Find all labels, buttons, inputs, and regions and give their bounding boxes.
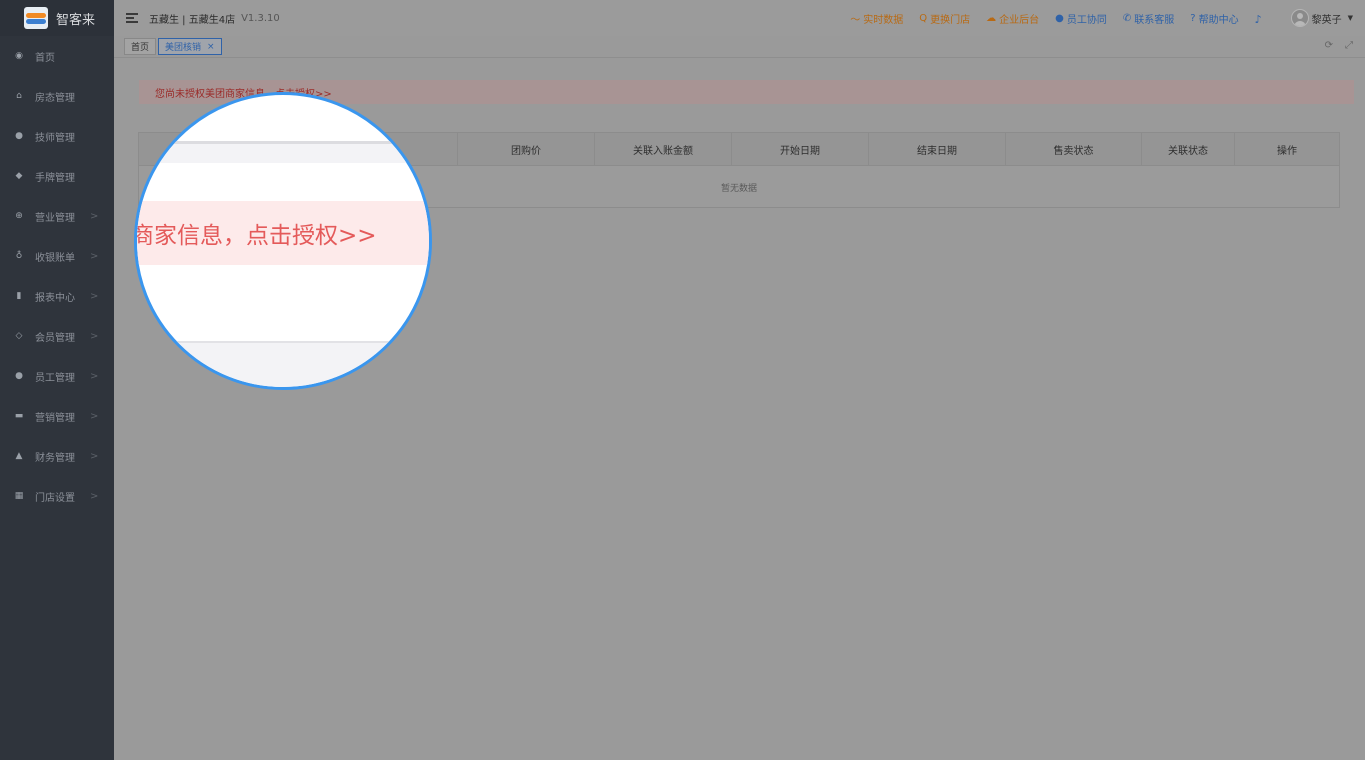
table-column-header: 售卖状态 bbox=[1005, 133, 1141, 165]
magnifier-header-stripe bbox=[137, 141, 429, 163]
magnifier-alert: 商家信息，点击授权>> bbox=[137, 201, 429, 265]
sidebar-item-3[interactable]: ◆ 手牌管理 bbox=[0, 156, 114, 196]
diamond-icon: ◇ bbox=[15, 331, 23, 341]
top-link-1[interactable]: Q 更换门店 bbox=[919, 11, 970, 26]
top-link-2[interactable]: ☁ 企业后台 bbox=[986, 11, 1039, 26]
table-column-header: 操作 bbox=[1234, 133, 1339, 165]
cloud-icon: ☁ bbox=[986, 12, 997, 24]
top-link-label: 实时数据 bbox=[863, 14, 904, 26]
bar-chart-icon: ▮ bbox=[16, 291, 22, 301]
magnifier-text: 商家信息，点击授权>> bbox=[134, 223, 377, 249]
sidebar-item-5[interactable]: ♁ 收银账单 > bbox=[0, 236, 114, 276]
sidebar-item-8[interactable]: ● 员工管理 > bbox=[0, 356, 114, 396]
top-link-5[interactable]: ? 帮助中心 bbox=[1190, 11, 1238, 26]
menu-toggle-icon[interactable] bbox=[126, 13, 138, 23]
tab-bar: 首页 美团核销 × ⟳ ⤢ bbox=[114, 36, 1365, 58]
top-link-label: 更换门店 bbox=[930, 14, 971, 26]
sidebar: 智客来 ◉ 首页 ⌂ 房态管理 ● 技师管理 ◆ 手牌管理 ⊕ 营业管理 > ♁ 收银账单 > ▮ 报表中心 >… bbox=[0, 0, 114, 760]
top-link-4[interactable]: ✆ 联系客服 bbox=[1123, 11, 1174, 26]
chevron-right-icon: > bbox=[90, 330, 99, 342]
sidebar-item-label: 门店设置 bbox=[35, 492, 75, 504]
top-links: 〜实时数据 Q 更换门店 ☁ 企业后台 ● 员工协同 ✆ 联系客服? 帮助中心 ♪ 黎英子 ▼ bbox=[850, 0, 1365, 36]
search-icon: Q bbox=[919, 12, 928, 24]
top-link-label: 帮助中心 bbox=[1198, 14, 1239, 26]
top-link-label: 员工协同 bbox=[1066, 14, 1107, 26]
table-column-header: 关联状态 bbox=[1141, 133, 1234, 165]
line-chart-icon: 〜 bbox=[850, 14, 861, 26]
close-icon[interactable]: × bbox=[207, 42, 215, 52]
top-link-0[interactable]: 〜实时数据 bbox=[850, 11, 903, 26]
tab-home[interactable]: 首页 bbox=[124, 38, 157, 55]
sidebar-item-11[interactable]: ▦ 门店设置 > bbox=[0, 476, 114, 516]
tab-tools: ⟳ ⤢ bbox=[1325, 40, 1353, 51]
user-menu[interactable]: 黎英子 ▼ bbox=[1290, 9, 1353, 27]
table-column-header: 结束日期 bbox=[868, 133, 1005, 165]
tag-icon: ◆ bbox=[15, 171, 23, 181]
dashboard-icon: ◉ bbox=[15, 51, 23, 61]
sidebar-item-9[interactable]: ▬ 营销管理 > bbox=[0, 396, 114, 436]
chevron-right-icon: > bbox=[90, 210, 99, 222]
sidebar-item-label: 报表中心 bbox=[35, 292, 75, 304]
sidebar-item-label: 手牌管理 bbox=[35, 172, 75, 184]
sidebar-item-label: 房态管理 bbox=[35, 92, 75, 104]
sidebar-item-label: 收银账单 bbox=[35, 252, 75, 264]
brand-logo-icon bbox=[24, 7, 48, 29]
help-icon: ? bbox=[1190, 12, 1196, 24]
magnifier-shadow bbox=[137, 141, 429, 144]
bell-icon[interactable]: ♪ bbox=[1255, 13, 1265, 26]
sidebar-item-7[interactable]: ◇ 会员管理 > bbox=[0, 316, 114, 356]
top-link-label: 联系客服 bbox=[1134, 14, 1175, 26]
sidebar-item-label: 营销管理 bbox=[35, 412, 75, 424]
user-name: 黎英子 bbox=[1311, 14, 1342, 26]
sidebar-item-label: 技师管理 bbox=[35, 132, 75, 144]
grid-icon: ▦ bbox=[14, 491, 24, 501]
fullscreen-icon[interactable]: ⤢ bbox=[1345, 40, 1353, 51]
sidebar-item-label: 营业管理 bbox=[35, 212, 75, 224]
caret-down-icon: ▼ bbox=[1347, 14, 1353, 22]
sidebar-item-6[interactable]: ▮ 报表中心 > bbox=[0, 276, 114, 316]
sidebar-item-label: 财务管理 bbox=[35, 452, 75, 464]
chevron-right-icon: > bbox=[90, 410, 99, 422]
table-column-header: 开始日期 bbox=[731, 133, 868, 165]
top-link-3[interactable]: ● 员工协同 bbox=[1055, 11, 1107, 26]
chevron-right-icon: > bbox=[90, 490, 99, 502]
user-icon: ● bbox=[15, 131, 23, 141]
sidebar-item-10[interactable]: ▲ 财务管理 > bbox=[0, 436, 114, 476]
store-name: 五藏生 | 五藏生4店 bbox=[149, 14, 236, 26]
refresh-icon[interactable]: ⟳ bbox=[1325, 40, 1333, 51]
sidebar-item-0[interactable]: ◉ 首页 bbox=[0, 36, 114, 76]
sidebar-nav: ◉ 首页 ⌂ 房态管理 ● 技师管理 ◆ 手牌管理 ⊕ 营业管理 > ♁ 收银账单 > ▮ 报表中心 > ◇ 会员管… bbox=[0, 36, 114, 516]
magnifier-footer-stripe bbox=[137, 341, 429, 387]
magnifier-overlay: 商家信息，点击授权>> bbox=[134, 92, 432, 390]
sidebar-item-label: 员工管理 bbox=[35, 372, 75, 384]
tab-active-label: 美团核销 bbox=[165, 43, 202, 53]
table-column-header: 关联入账金额 bbox=[594, 133, 731, 165]
thumbs-up-icon: ▲ bbox=[15, 451, 23, 461]
home-icon: ⌂ bbox=[16, 91, 22, 101]
top-link-label: 企业后台 bbox=[999, 14, 1040, 26]
tab-meituan-verify[interactable]: 美团核销 × bbox=[158, 38, 222, 55]
sidebar-item-label: 会员管理 bbox=[35, 332, 75, 344]
sidebar-item-4[interactable]: ⊕ 营业管理 > bbox=[0, 196, 114, 236]
brand-name: 智客来 bbox=[56, 12, 96, 28]
chevron-right-icon: > bbox=[90, 450, 99, 462]
briefcase-icon: ▬ bbox=[14, 411, 24, 421]
chevron-right-icon: > bbox=[90, 290, 99, 302]
sidebar-item-2[interactable]: ● 技师管理 bbox=[0, 116, 114, 156]
users-icon: ● bbox=[1055, 12, 1064, 24]
plus-circle-icon: ⊕ bbox=[15, 211, 23, 221]
tab-home-label: 首页 bbox=[131, 43, 150, 53]
table-column-header: 团购价 bbox=[457, 133, 594, 165]
version-label: V1.3.10 bbox=[241, 12, 280, 24]
sidebar-item-1[interactable]: ⌂ 房态管理 bbox=[0, 76, 114, 116]
phone-icon: ✆ bbox=[1122, 12, 1132, 24]
chevron-right-icon: > bbox=[90, 250, 99, 262]
money-bag-icon: ♁ bbox=[15, 251, 23, 261]
chevron-right-icon: > bbox=[90, 370, 99, 382]
sidebar-item-label: 首页 bbox=[35, 52, 55, 64]
logo-bar[interactable]: 智客来 bbox=[0, 0, 114, 36]
user-icon: ● bbox=[15, 371, 23, 381]
top-bar: 五藏生 | 五藏生4店 V1.3.10 〜实时数据 Q 更换门店 ☁ 企业后台 ● 员工协同… bbox=[114, 0, 1365, 36]
avatar bbox=[1290, 9, 1309, 27]
